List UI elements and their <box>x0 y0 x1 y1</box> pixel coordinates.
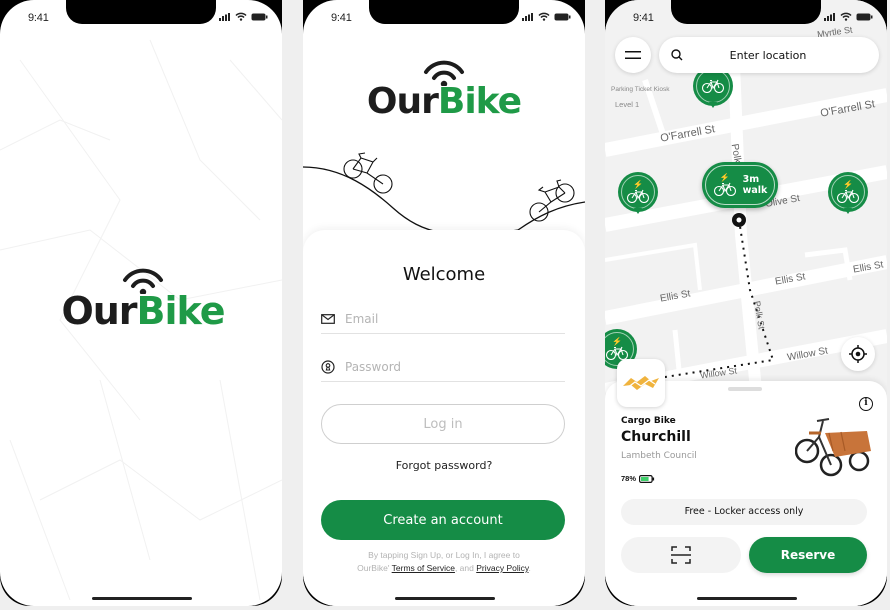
bicycle-icon <box>343 152 393 194</box>
pricing-info: Free - Locker access only <box>621 499 867 525</box>
ebike-station-pin[interactable]: ⚡ <box>618 172 658 218</box>
bicycle-icon <box>626 189 650 203</box>
crosshair-icon <box>849 345 867 363</box>
terms-mid: , and <box>454 563 474 573</box>
lightning-icon: ⚡ <box>633 180 643 189</box>
app-screens-showcase: 9:41 OurBike 9:41 OurBike Welcome Email … <box>0 0 890 610</box>
lightning-icon: ⚡ <box>612 337 622 346</box>
ebike-station-pin[interactable]: ⚡ <box>828 172 868 218</box>
email-input[interactable] <box>345 311 545 326</box>
notch <box>369 0 519 24</box>
bike-name: Churchill <box>621 429 691 445</box>
status-time: 9:41 <box>331 12 352 24</box>
status-time: 9:41 <box>633 12 654 24</box>
hills-illustration <box>303 152 585 236</box>
search-placeholder: Enter location <box>729 48 807 62</box>
login-screen: 9:41 OurBike Welcome Email Log in Forgot… <box>303 0 585 606</box>
phone-map: Myrtle St O'Farrell St O'Farrell St Polk… <box>605 0 887 606</box>
signal-icon <box>522 12 533 21</box>
lightning-icon: ⚡ <box>719 173 730 182</box>
reserve-button[interactable]: Reserve <box>749 537 867 573</box>
battery-indicator: 78% <box>621 474 655 483</box>
notch <box>671 0 821 24</box>
mail-icon <box>321 313 335 324</box>
provider-brand-icon <box>623 376 659 390</box>
wifi-icon <box>538 12 550 21</box>
menu-button[interactable] <box>615 37 651 73</box>
provider-logo <box>617 359 665 407</box>
bicycle-icon <box>701 79 725 93</box>
recenter-location-button[interactable] <box>841 337 875 371</box>
logo-text-our: Our <box>61 289 137 333</box>
login-form-card: Welcome Log in Forgot password? Create a… <box>303 230 585 606</box>
battery-status-icon <box>856 13 873 20</box>
bicycle-icon <box>836 189 860 203</box>
sheet-drag-handle[interactable] <box>728 387 762 391</box>
home-indicator <box>92 597 192 600</box>
hamburger-menu-icon <box>625 51 641 59</box>
forgot-password-link[interactable]: Forgot password? <box>303 459 585 472</box>
bike-type: Cargo Bike <box>621 416 676 426</box>
lock-icon <box>321 359 335 374</box>
signal-icon <box>824 12 835 21</box>
privacy-policy-link[interactable]: Privacy Policy <box>476 563 528 573</box>
phone-login: 9:41 OurBike Welcome Email Log in Forgot… <box>303 0 585 606</box>
phone-splash: 9:41 OurBike <box>0 0 282 606</box>
email-field[interactable] <box>321 304 565 334</box>
home-indicator <box>697 597 797 600</box>
battery-percent: 78% <box>621 474 637 483</box>
battery-status-icon <box>251 13 268 20</box>
map-top-bar: Enter location <box>615 37 879 73</box>
wifi-icon <box>235 12 247 21</box>
welcome-heading: Welcome <box>402 264 486 285</box>
poi-name: Parking Ticket Kiosk <box>611 86 670 93</box>
login-button[interactable]: Log in <box>321 404 565 444</box>
terms-notice: By tapping Sign Up, or Log In, I agree t… <box>353 549 535 575</box>
password-field[interactable] <box>321 352 565 382</box>
battery-status-icon <box>554 13 571 20</box>
ourbike-logo: OurBike <box>349 60 539 120</box>
info-icon[interactable]: i <box>859 397 873 411</box>
status-time: 9:41 <box>28 12 49 24</box>
splash-screen: 9:41 OurBike <box>0 0 282 606</box>
battery-icon <box>639 474 655 483</box>
selected-bike-walk-pin[interactable]: ⚡ 3m walk <box>702 162 778 208</box>
wifi-icon <box>840 12 852 21</box>
scan-qr-button[interactable] <box>621 537 741 573</box>
bicycle-icon <box>529 179 575 222</box>
bicycle-icon <box>605 346 629 360</box>
notch <box>66 0 216 24</box>
ourbike-logo: OurBike <box>48 268 238 330</box>
bike-details-sheet: i Cargo Bike Churchill Lambeth Council 7… <box>605 381 887 606</box>
bike-owner: Lambeth Council <box>621 451 697 461</box>
cargo-bike-image <box>795 418 871 477</box>
poi-level: Level 1 <box>615 100 640 109</box>
bicycle-icon <box>713 182 736 196</box>
signal-icon <box>219 12 230 21</box>
walk-label: walk <box>742 185 768 196</box>
logo-text-bike: Bike <box>136 289 226 333</box>
home-indicator <box>395 597 495 600</box>
walk-time: 3m <box>742 174 760 185</box>
create-account-button[interactable]: Create an account <box>321 500 565 540</box>
scan-icon <box>671 546 691 564</box>
terms-of-service-link[interactable]: Terms of Service <box>392 563 455 573</box>
location-search-input[interactable]: Enter location <box>659 37 879 73</box>
lightning-icon: ⚡ <box>843 180 853 189</box>
terms-suffix: . <box>528 563 531 573</box>
logo-text-bike: Bike <box>437 81 522 122</box>
password-input[interactable] <box>345 359 545 374</box>
logo-text-our: Our <box>366 81 439 122</box>
map-screen: Myrtle St O'Farrell St O'Farrell St Polk… <box>605 0 887 606</box>
search-icon <box>671 49 683 61</box>
